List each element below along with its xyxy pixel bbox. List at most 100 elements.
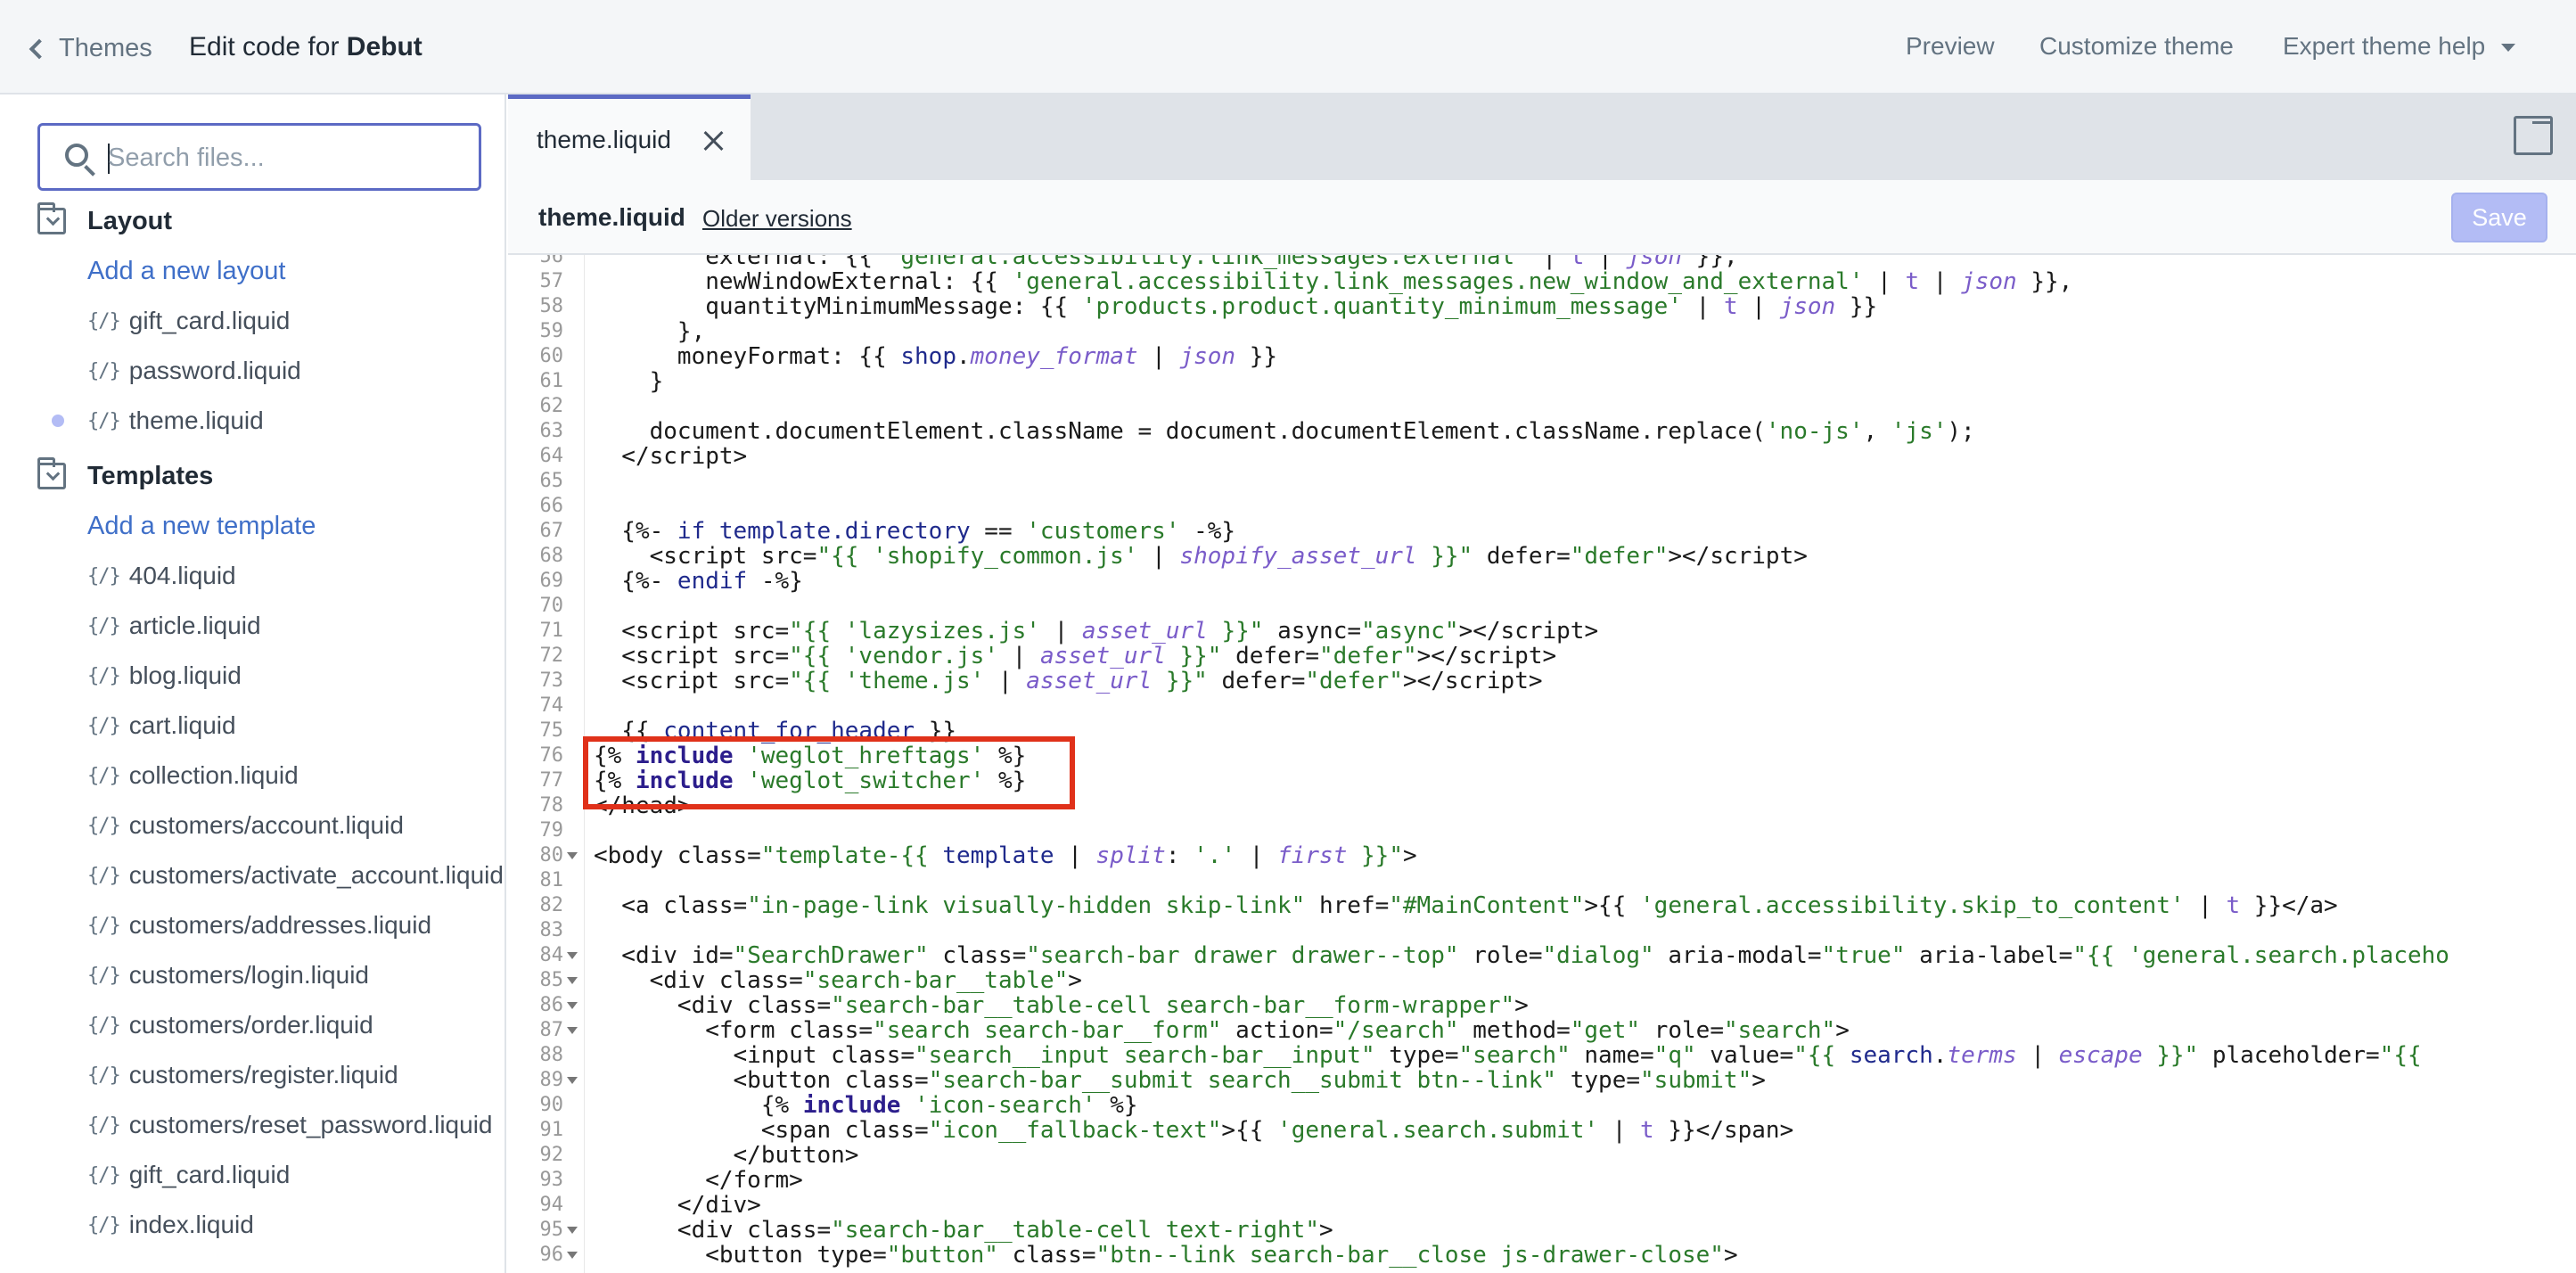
code-line: 86 <div class="search-bar__table-cell se… — [508, 993, 2576, 1018]
code-line: 64 </script> — [508, 444, 2576, 469]
line-number: 69 — [539, 570, 564, 592]
code-text: {%- if template.directory == 'customers'… — [594, 518, 1236, 545]
fold-arrow-icon[interactable] — [567, 852, 578, 859]
line-number: 95 — [539, 1219, 564, 1241]
file-name: blog.liquid — [128, 661, 242, 689]
line-number: 92 — [539, 1144, 564, 1166]
file-name: customers/account.liquid — [128, 811, 404, 839]
file-item[interactable]: {/} cart.liquid — [87, 708, 236, 743]
fold-arrow-icon[interactable] — [567, 1252, 578, 1259]
preview-link[interactable]: Preview — [1906, 32, 1995, 61]
code-text: </div> — [594, 1192, 761, 1219]
file-item[interactable]: {/} customers/account.liquid — [87, 808, 404, 843]
file-name: customers/register.liquid — [128, 1061, 398, 1088]
chevron-left-icon — [29, 38, 50, 60]
liquid-file-icon: {/} — [87, 964, 121, 987]
code-line: 71 <script src="{{ 'lazysizes.js' | asse… — [508, 619, 2576, 644]
code-line: 88 <input class="search__input search-ba… — [508, 1043, 2576, 1068]
file-item[interactable]: {/} index.liquid — [87, 1207, 254, 1243]
save-button[interactable]: Save — [2451, 193, 2547, 242]
file-name: customers/login.liquid — [128, 961, 369, 989]
file-item[interactable]: {/} gift_card.liquid — [87, 1157, 290, 1193]
back-to-themes-link[interactable]: Themes — [29, 32, 152, 64]
file-item[interactable]: {/} customers/addresses.liquid — [87, 908, 431, 943]
add-new-templates-link[interactable]: Add a new template — [87, 512, 316, 541]
file-item[interactable]: {/} blog.liquid — [87, 658, 242, 694]
add-new-layout-link[interactable]: Add a new layout — [87, 257, 285, 286]
expand-icon[interactable] — [2514, 116, 2553, 155]
liquid-file-icon: {/} — [87, 1113, 121, 1137]
line-number: 83 — [539, 919, 564, 941]
highlight-box — [583, 736, 1075, 809]
line-number: 87 — [539, 1019, 564, 1041]
code-line: 89 <button class="search-bar__submit sea… — [508, 1068, 2576, 1093]
tab-theme-liquid[interactable]: theme.liquid — [508, 94, 751, 180]
line-number: 58 — [539, 295, 564, 317]
fold-arrow-icon[interactable] — [567, 1077, 578, 1084]
theme-name: Debut — [346, 32, 422, 62]
file-item[interactable]: {/} collection.liquid — [87, 758, 299, 793]
code-line: 68 <script src="{{ 'shopify_common.js' |… — [508, 544, 2576, 569]
liquid-file-icon: {/} — [87, 714, 121, 737]
line-number: 68 — [539, 545, 564, 567]
line-number: 75 — [539, 719, 564, 742]
file-item[interactable]: {/} gift_card.liquid — [87, 303, 290, 339]
code-text: <div id="SearchDrawer" class="search-bar… — [594, 942, 2449, 969]
code-line: 57 newWindowExternal: {{ 'general.access… — [508, 269, 2576, 294]
line-number: 96 — [539, 1244, 564, 1266]
older-versions-link[interactable]: Older versions — [702, 205, 852, 233]
liquid-file-icon: {/} — [87, 359, 121, 382]
section-title: Templates — [87, 461, 214, 490]
file-name: collection.liquid — [128, 761, 299, 789]
fold-arrow-icon[interactable] — [567, 952, 578, 959]
file-name: index.liquid — [128, 1211, 254, 1238]
tab-label: theme.liquid — [537, 126, 671, 153]
section-templates[interactable]: Templates — [37, 457, 214, 494]
line-number: 70 — [539, 595, 564, 617]
file-item[interactable]: {/} 404.liquid — [87, 558, 236, 594]
file-item[interactable]: {/} customers/reset_password.liquid — [87, 1107, 493, 1143]
expert-help-menu[interactable]: Expert theme help — [2283, 32, 2516, 61]
fold-arrow-icon[interactable] — [567, 1027, 578, 1034]
code-line: 81 — [508, 868, 2576, 893]
close-icon[interactable] — [702, 129, 726, 152]
customize-theme-link[interactable]: Customize theme — [2039, 32, 2234, 61]
fold-arrow-icon[interactable] — [567, 977, 578, 984]
code-line: 96 <button type="button" class="btn--lin… — [508, 1243, 2576, 1268]
code-text: <script src="{{ 'theme.js' | asset_url }… — [594, 668, 1543, 694]
code-text: external: {{ 'general.accessibility.link… — [594, 255, 1738, 270]
search-box — [37, 123, 481, 191]
line-number: 72 — [539, 645, 564, 667]
line-number: 78 — [539, 794, 564, 817]
code-text: quantityMinimumMessage: {{ 'products.pro… — [594, 293, 1878, 320]
code-text: <div class="search-bar__table-cell searc… — [594, 992, 1529, 1019]
code-text: } — [594, 368, 664, 395]
line-number: 91 — [539, 1119, 564, 1141]
fold-arrow-icon[interactable] — [567, 1227, 578, 1234]
file-item[interactable]: {/} password.liquid — [87, 353, 301, 389]
code-line: 61 } — [508, 369, 2576, 394]
file-item[interactable]: {/} customers/login.liquid — [87, 957, 369, 993]
code-line: 85 <div class="search-bar__table"> — [508, 968, 2576, 993]
file-item[interactable]: {/} customers/order.liquid — [87, 1007, 373, 1043]
file-item[interactable]: {/} article.liquid — [87, 608, 261, 644]
line-number: 79 — [539, 819, 564, 842]
line-number: 56 — [539, 255, 564, 267]
code-line: 62 — [508, 394, 2576, 419]
editor-tab-bar: theme.liquid — [508, 94, 2576, 180]
line-number: 90 — [539, 1094, 564, 1116]
code-text: </button> — [594, 1142, 859, 1169]
fold-arrow-icon[interactable] — [567, 1002, 578, 1009]
top-bar: Themes Edit code for Debut Preview Custo… — [0, 0, 2576, 94]
section-layout[interactable]: Layout — [37, 202, 172, 239]
file-item[interactable]: {/} customers/activate_account.liquid — [87, 858, 504, 893]
search-files-input[interactable] — [108, 138, 464, 177]
liquid-file-icon: {/} — [87, 814, 121, 837]
line-number: 73 — [539, 669, 564, 692]
code-text: <span class="icon__fallback-text">{{ 'ge… — [594, 1117, 1794, 1144]
file-item[interactable]: {/} customers/register.liquid — [87, 1057, 398, 1093]
file-item[interactable]: {/} theme.liquid — [87, 403, 264, 439]
code-line: 91 <span class="icon__fallback-text">{{ … — [508, 1118, 2576, 1143]
liquid-file-icon: {/} — [87, 1213, 121, 1236]
code-text: </form> — [594, 1167, 803, 1194]
